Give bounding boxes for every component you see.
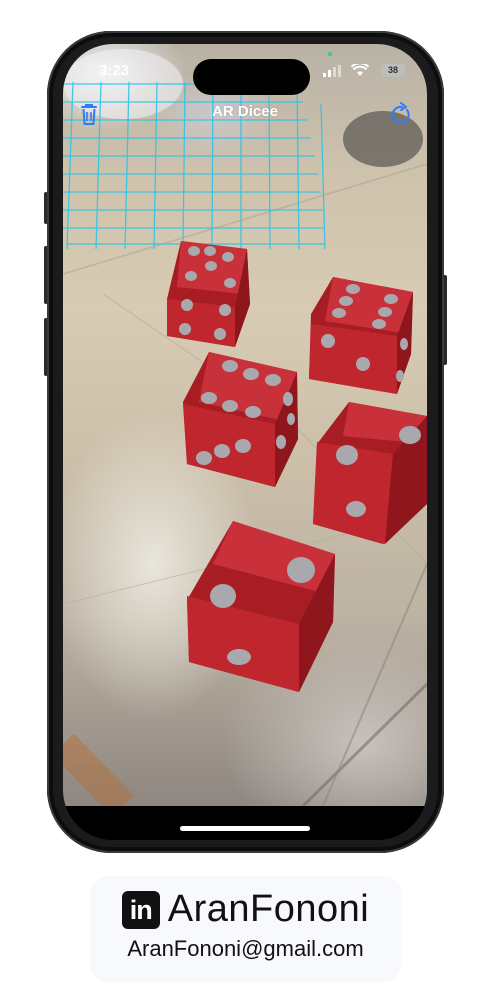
author-line: in AranFononi bbox=[90, 888, 401, 931]
wifi-icon bbox=[351, 64, 369, 76]
author-name: AranFononi bbox=[167, 888, 370, 930]
page-title: AR Dicee bbox=[212, 103, 278, 120]
battery-icon: 38 bbox=[381, 64, 405, 77]
home-indicator[interactable] bbox=[180, 826, 310, 831]
camera-indicator bbox=[328, 52, 332, 56]
die[interactable] bbox=[309, 277, 413, 394]
author-badge: in AranFononi AranFononi@gmail.com bbox=[90, 876, 401, 982]
phone-screen: 3:23 38 AR Dicee bbox=[63, 44, 427, 840]
dynamic-island bbox=[193, 59, 310, 95]
refresh-button[interactable] bbox=[385, 98, 417, 130]
die[interactable] bbox=[313, 402, 427, 544]
delete-button[interactable] bbox=[73, 98, 105, 130]
die[interactable] bbox=[187, 521, 335, 692]
bottom-bar bbox=[63, 806, 427, 840]
die[interactable] bbox=[167, 241, 250, 347]
refresh-icon bbox=[391, 102, 410, 124]
status-time: 3:23 bbox=[99, 62, 130, 79]
author-email: AranFononi@gmail.com bbox=[127, 936, 364, 961]
linkedin-icon: in bbox=[121, 890, 160, 929]
cellular-signal-icon bbox=[323, 65, 341, 77]
trash-icon bbox=[81, 104, 97, 125]
status-icons: 38 bbox=[315, 64, 405, 78]
die[interactable] bbox=[183, 352, 298, 487]
ar-camera-view[interactable] bbox=[63, 44, 427, 806]
